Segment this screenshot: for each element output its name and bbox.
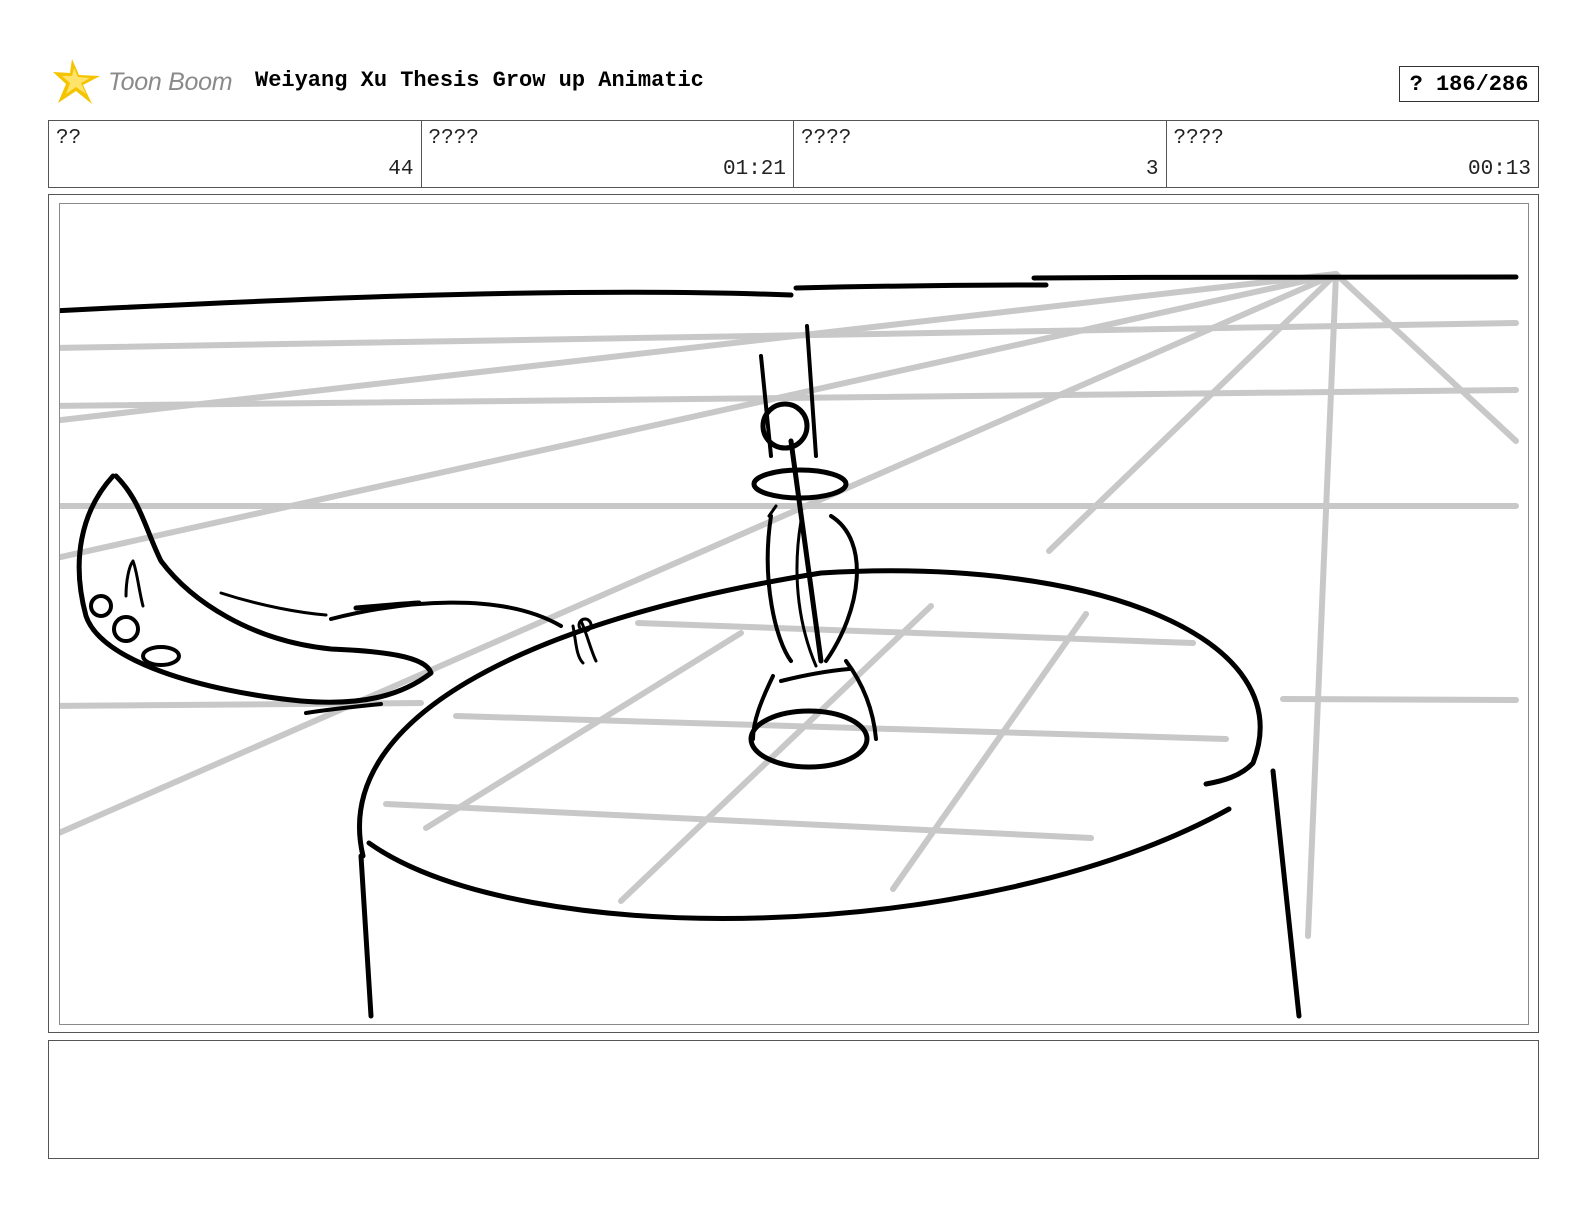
panel-notes-area [48,1040,1539,1159]
info-label: ???? [428,127,479,150]
info-label: ???? [1173,127,1224,150]
info-cell-duration: ???? 01:21 [422,121,794,187]
info-value: 3 [1145,158,1159,181]
info-value: 00:13 [1467,158,1531,181]
info-cell-panel: ???? 3 [794,121,1167,187]
logo-text: Toon Boom [108,67,233,96]
toon-boom-star-icon [53,59,100,104]
panel-info-row: ?? 44 ???? 01:21 ???? 3 ???? 00:13 [48,120,1539,188]
sketch-drawing [60,271,1519,1019]
info-label: ?? [56,127,82,150]
info-label: ???? [801,127,852,150]
info-value: 01:21 [722,158,786,181]
storyboard-panel [59,203,1529,1025]
project-title: Weiyang Xu Thesis Grow up Animatic [255,68,704,93]
info-cell-scene: ?? 44 [49,121,422,187]
perspective-guides [60,271,1519,939]
toon-boom-logo: Toon Boom [52,56,233,108]
page-indicator: ? 186/286 [1399,66,1539,102]
sketch-lines [60,274,1519,1019]
info-value: 44 [388,158,414,181]
info-cell-panel-duration: ???? 00:13 [1167,121,1539,187]
